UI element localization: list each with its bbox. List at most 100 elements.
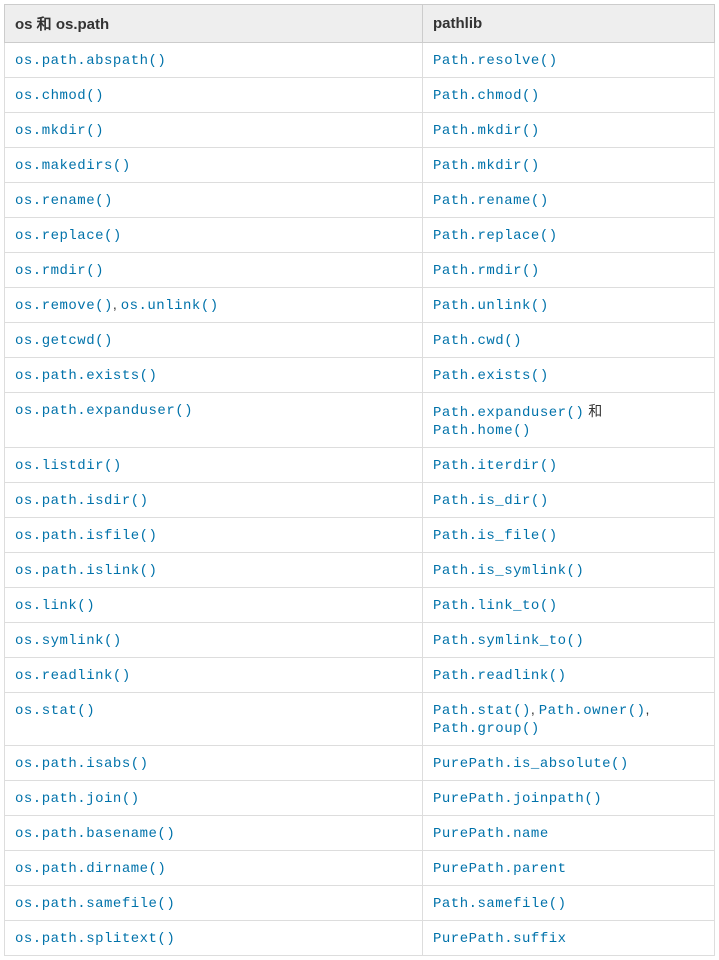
api-link[interactable]: Path.owner()	[539, 703, 646, 719]
table-cell-os: os.stat()	[5, 693, 423, 746]
table-cell-pathlib: Path.is_symlink()	[423, 553, 715, 588]
api-link[interactable]: Path.link_to()	[433, 598, 558, 614]
api-link[interactable]: os.readlink()	[15, 668, 131, 684]
api-link[interactable]: os.rename()	[15, 193, 113, 209]
api-link[interactable]: Path.readlink()	[433, 668, 567, 684]
table-row: os.path.isdir() Path.is_dir()	[5, 483, 715, 518]
api-link[interactable]: os.path.splitext()	[15, 931, 175, 947]
table-cell-os: os.path.islink()	[5, 553, 423, 588]
table-cell-os: os.path.samefile()	[5, 886, 423, 921]
api-link[interactable]: os.path.isabs()	[15, 756, 149, 772]
api-link[interactable]: os.makedirs()	[15, 158, 131, 174]
api-link[interactable]: os.chmod()	[15, 88, 104, 104]
table-cell-pathlib: Path.stat(), Path.owner(), Path.group()	[423, 693, 715, 746]
comparison-table: os 和 os.path pathlib os.path.abspath() Pa…	[4, 4, 715, 956]
api-link[interactable]: Path.mkdir()	[433, 123, 540, 139]
separator-text: ,	[113, 296, 121, 312]
table-cell-pathlib: Path.rename()	[423, 183, 715, 218]
table-cell-pathlib: Path.mkdir()	[423, 113, 715, 148]
api-link[interactable]: PurePath.name	[433, 826, 549, 842]
api-link[interactable]: os.path.isfile()	[15, 528, 157, 544]
api-link[interactable]: Path.symlink_to()	[433, 633, 584, 649]
api-link[interactable]: Path.is_symlink()	[433, 563, 584, 579]
api-link[interactable]: Path.is_file()	[433, 528, 558, 544]
table-cell-pathlib: Path.is_file()	[423, 518, 715, 553]
api-link[interactable]: Path.group()	[433, 721, 540, 737]
api-link[interactable]: PurePath.parent	[433, 861, 567, 877]
table-row: os.chmod() Path.chmod()	[5, 78, 715, 113]
table-cell-pathlib: Path.link_to()	[423, 588, 715, 623]
table-header-row: os 和 os.path pathlib	[5, 5, 715, 43]
table-cell-os: os.path.basename()	[5, 816, 423, 851]
table-cell-os: os.path.dirname()	[5, 851, 423, 886]
api-link[interactable]: os.path.abspath()	[15, 53, 166, 69]
table-row: os.path.expanduser()Path.expanduser() 和 …	[5, 393, 715, 448]
api-link[interactable]: Path.rmdir()	[433, 263, 540, 279]
api-link[interactable]: os.listdir()	[15, 458, 122, 474]
api-link[interactable]: os.unlink()	[121, 298, 219, 314]
api-link[interactable]: Path.exists()	[433, 368, 549, 384]
api-link[interactable]: PurePath.suffix	[433, 931, 567, 947]
api-link[interactable]: os.remove()	[15, 298, 113, 314]
api-link[interactable]: Path.chmod()	[433, 88, 540, 104]
api-link[interactable]: os.path.exists()	[15, 368, 157, 384]
api-link[interactable]: os.link()	[15, 598, 95, 614]
table-row: os.path.isabs() PurePath.is_absolute()	[5, 746, 715, 781]
api-link[interactable]: os.rmdir()	[15, 263, 104, 279]
api-link[interactable]: Path.unlink()	[433, 298, 549, 314]
api-link[interactable]: Path.cwd()	[433, 333, 522, 349]
api-link[interactable]: os.replace()	[15, 228, 122, 244]
table-cell-pathlib: Path.resolve()	[423, 43, 715, 78]
table-row: os.rmdir() Path.rmdir()	[5, 253, 715, 288]
table-cell-pathlib: Path.iterdir()	[423, 448, 715, 483]
table-row: os.path.exists() Path.exists()	[5, 358, 715, 393]
table-cell-pathlib: PurePath.name	[423, 816, 715, 851]
table-cell-os: os.readlink()	[5, 658, 423, 693]
table-row: os.link() Path.link_to()	[5, 588, 715, 623]
api-link[interactable]: os.path.dirname()	[15, 861, 166, 877]
api-link[interactable]: PurePath.is_absolute()	[433, 756, 629, 772]
table-row: os.path.splitext() PurePath.suffix	[5, 921, 715, 956]
table-cell-pathlib: Path.symlink_to()	[423, 623, 715, 658]
table-cell-pathlib: Path.replace()	[423, 218, 715, 253]
api-link[interactable]: Path.resolve()	[433, 53, 558, 69]
api-link[interactable]: Path.home()	[433, 423, 531, 439]
table-cell-pathlib: PurePath.joinpath()	[423, 781, 715, 816]
table-row: os.listdir() Path.iterdir()	[5, 448, 715, 483]
api-link[interactable]: os.stat()	[15, 703, 95, 719]
table-row: os.path.islink() Path.is_symlink()	[5, 553, 715, 588]
api-link[interactable]: Path.is_dir()	[433, 493, 549, 509]
api-link[interactable]: Path.iterdir()	[433, 458, 558, 474]
api-link[interactable]: os.symlink()	[15, 633, 122, 649]
table-row: os.makedirs() Path.mkdir()	[5, 148, 715, 183]
api-link[interactable]: os.path.expanduser()	[15, 403, 193, 419]
api-link[interactable]: Path.stat()	[433, 703, 531, 719]
api-link[interactable]: Path.expanduser()	[433, 405, 584, 421]
table-row: os.symlink() Path.symlink_to()	[5, 623, 715, 658]
table-cell-os: os.chmod()	[5, 78, 423, 113]
api-link[interactable]: os.path.isdir()	[15, 493, 149, 509]
table-cell-os: os.path.join()	[5, 781, 423, 816]
api-link[interactable]: os.getcwd()	[15, 333, 113, 349]
table-row: os.path.dirname() PurePath.parent	[5, 851, 715, 886]
table-row: os.path.basename() PurePath.name	[5, 816, 715, 851]
table-cell-os: os.link()	[5, 588, 423, 623]
table-cell-os: os.makedirs()	[5, 148, 423, 183]
api-link[interactable]: os.path.join()	[15, 791, 140, 807]
conjunction-text: 和	[584, 403, 602, 419]
table-cell-os: os.listdir()	[5, 448, 423, 483]
api-link[interactable]: os.path.basename()	[15, 826, 175, 842]
api-link[interactable]: os.path.islink()	[15, 563, 157, 579]
table-cell-os: os.path.splitext()	[5, 921, 423, 956]
table-cell-pathlib: Path.rmdir()	[423, 253, 715, 288]
table-cell-os: os.rename()	[5, 183, 423, 218]
table-row: os.readlink() Path.readlink()	[5, 658, 715, 693]
api-link[interactable]: os.path.samefile()	[15, 896, 175, 912]
api-link[interactable]: os.mkdir()	[15, 123, 104, 139]
api-link[interactable]: PurePath.joinpath()	[433, 791, 602, 807]
table-row: os.remove(), os.unlink() Path.unlink()	[5, 288, 715, 323]
api-link[interactable]: Path.samefile()	[433, 896, 567, 912]
api-link[interactable]: Path.mkdir()	[433, 158, 540, 174]
api-link[interactable]: Path.rename()	[433, 193, 549, 209]
api-link[interactable]: Path.replace()	[433, 228, 558, 244]
